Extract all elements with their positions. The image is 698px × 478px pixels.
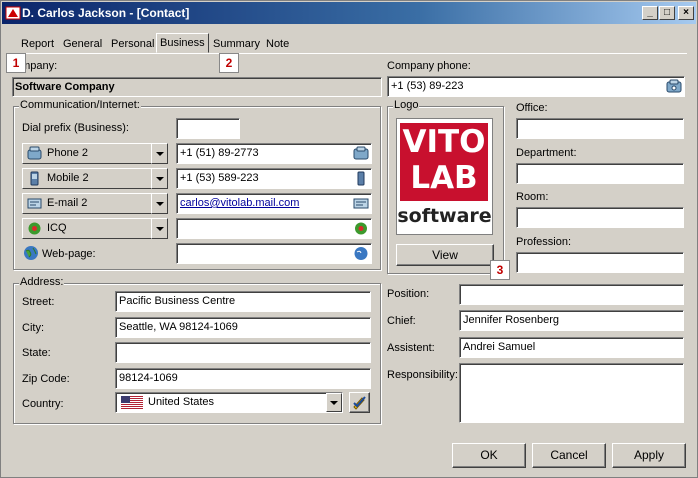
- pencil-check-icon: [353, 396, 366, 410]
- tab-report[interactable]: Report: [18, 35, 57, 53]
- email-icon: [27, 198, 42, 209]
- profession-label: Profession:: [516, 236, 572, 248]
- phone-type-select[interactable]: Phone 2: [22, 143, 168, 164]
- dial-prefix-input[interactable]: [176, 118, 240, 139]
- logo-line-1: VITO: [402, 124, 486, 160]
- cancel-button[interactable]: Cancel: [532, 443, 606, 468]
- assistent-input[interactable]: Andrei Samuel: [459, 337, 684, 358]
- zip-label: Zip Code:: [22, 373, 70, 385]
- state-label: State:: [22, 347, 51, 359]
- street-input[interactable]: Pacific Business Centre: [115, 291, 371, 312]
- icq-type-label: ICQ: [47, 222, 67, 234]
- view-logo-button[interactable]: View: [396, 244, 494, 266]
- webpage-label: Web-page:: [42, 248, 96, 260]
- communication-group-label: Communication/Internet:: [19, 99, 141, 111]
- chief-label: Chief:: [387, 315, 416, 327]
- mobile-input[interactable]: +1 (53) 589-223: [176, 168, 372, 189]
- company-phone-value: +1 (53) 89-223: [391, 80, 464, 92]
- office-input[interactable]: [516, 118, 684, 139]
- dial-prefix-label: Dial prefix (Business):: [22, 122, 129, 134]
- phone-value: +1 (51) 89-2773: [180, 147, 259, 159]
- phone-dial-icon[interactable]: [666, 79, 682, 94]
- icq-input[interactable]: [176, 218, 372, 239]
- zip-input[interactable]: 98124-1069: [115, 368, 371, 389]
- address-group-label: Address:: [19, 276, 65, 288]
- close-button[interactable]: ×: [678, 6, 694, 20]
- open-webpage-icon[interactable]: [353, 246, 369, 261]
- edit-country-button[interactable]: [349, 392, 370, 413]
- phone-icon: [27, 146, 42, 160]
- chief-input[interactable]: Jennifer Rosenberg: [459, 310, 684, 331]
- phone-type-dropdown-arrow[interactable]: [151, 143, 168, 164]
- mobile-sms-icon[interactable]: [353, 171, 369, 186]
- city-input[interactable]: Seattle, WA 98124-1069: [115, 317, 371, 338]
- maximize-button[interactable]: □: [659, 6, 675, 20]
- us-flag-icon: [121, 396, 143, 409]
- ok-button[interactable]: OK: [452, 443, 526, 468]
- tab-business[interactable]: Business: [156, 33, 209, 53]
- email-type-label: E-mail 2: [47, 197, 88, 209]
- mobile-type-select[interactable]: Mobile 2: [22, 168, 168, 189]
- tab-summary[interactable]: Summary: [210, 35, 263, 53]
- responsibility-textarea[interactable]: [459, 363, 684, 423]
- title-bar[interactable]: D. Carlos Jackson - [Contact] _ □ ×: [2, 2, 696, 24]
- department-label: Department:: [516, 147, 577, 159]
- window-title: D. Carlos Jackson - [Contact]: [22, 6, 190, 20]
- position-label: Position:: [387, 288, 430, 300]
- company-field: Software Company: [12, 77, 382, 97]
- mobile-icon: [30, 171, 39, 186]
- profession-input[interactable]: [516, 252, 684, 273]
- phone-input[interactable]: +1 (51) 89-2773: [176, 143, 372, 164]
- company-phone-label: Company phone:: [387, 60, 471, 72]
- room-input[interactable]: [516, 207, 684, 228]
- contact-window: D. Carlos Jackson - [Contact] _ □ × Repo…: [0, 0, 698, 478]
- mobile-type-dropdown-arrow[interactable]: [151, 168, 168, 189]
- office-label: Office:: [516, 102, 548, 114]
- company-logo: VITO LAB software: [396, 118, 493, 235]
- logo-red-block: VITO LAB: [400, 123, 488, 201]
- logo-group-label: Logo: [393, 99, 420, 111]
- tab-general[interactable]: General: [60, 35, 105, 53]
- marker-1: 1: [6, 53, 26, 73]
- apply-button[interactable]: Apply: [612, 443, 686, 468]
- webpage-input[interactable]: [176, 243, 372, 264]
- tab-personal[interactable]: Personal: [108, 35, 157, 53]
- country-label: Country:: [22, 398, 64, 410]
- email-type-select[interactable]: E-mail 2: [22, 193, 168, 214]
- send-email-icon[interactable]: [353, 196, 369, 211]
- phone-type-label: Phone 2: [47, 147, 88, 159]
- contact-app-icon: [5, 6, 21, 20]
- icq-flower-icon[interactable]: [353, 221, 369, 236]
- position-input[interactable]: [459, 284, 684, 305]
- tab-note[interactable]: Note: [263, 35, 292, 53]
- street-label: Street:: [22, 296, 55, 308]
- minimize-button[interactable]: _: [642, 6, 658, 20]
- email-input[interactable]: carlos@vitolab.mail.com: [176, 193, 372, 214]
- phone-dial-icon[interactable]: [353, 146, 369, 161]
- email-link[interactable]: carlos@vitolab.mail.com: [180, 197, 299, 209]
- country-select[interactable]: United States: [115, 392, 343, 413]
- marker-3: 3: [490, 260, 510, 280]
- country-value: United States: [148, 396, 215, 408]
- city-label: City:: [22, 322, 44, 334]
- mobile-type-label: Mobile 2: [47, 172, 89, 184]
- responsibility-label: Responsibility:: [387, 369, 458, 381]
- company-phone-input[interactable]: +1 (53) 89-223: [387, 76, 685, 97]
- department-input[interactable]: [516, 163, 684, 184]
- logo-line-3: software: [397, 205, 492, 227]
- state-input[interactable]: [115, 342, 371, 363]
- mobile-value: +1 (53) 589-223: [180, 172, 259, 184]
- tab-divider: [11, 53, 687, 54]
- icq-icon: [28, 222, 41, 235]
- globe-icon: [24, 246, 38, 260]
- country-dropdown-arrow[interactable]: [326, 393, 342, 412]
- logo-line-2: LAB: [410, 160, 478, 196]
- icq-type-dropdown-arrow[interactable]: [151, 218, 168, 239]
- room-label: Room:: [516, 191, 549, 203]
- marker-2: 2: [219, 53, 239, 73]
- icq-type-select[interactable]: ICQ: [22, 218, 168, 239]
- assistent-label: Assistent:: [387, 342, 435, 354]
- email-type-dropdown-arrow[interactable]: [151, 193, 168, 214]
